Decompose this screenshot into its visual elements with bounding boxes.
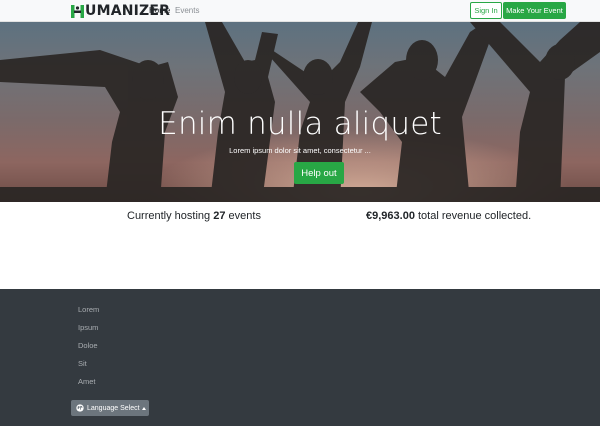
hero-banner: Enim nulla aliquet Lorem ipsum dolor sit… (0, 22, 600, 202)
hero-title: Enim nulla aliquet (158, 106, 442, 142)
revenue-stat: €9,963.00 total revenue collected. (366, 209, 531, 223)
events-suffix: events (228, 210, 261, 222)
sign-in-button[interactable]: Sign In (470, 2, 502, 19)
make-your-event-button[interactable]: Make Your Event (503, 2, 566, 19)
revenue-amount: €9,963.00 (366, 210, 415, 222)
nav-home-link[interactable]: Home (149, 5, 170, 17)
brand-logo-icon (71, 4, 84, 18)
nav-events-link[interactable]: Events (175, 5, 199, 17)
footer-link-doloe[interactable]: Doloe (78, 341, 98, 351)
globe-icon (76, 404, 84, 412)
footer-link-sit[interactable]: Sit (78, 359, 87, 369)
footer: Lorem Ipsum Doloe Sit Amet Language Sele… (0, 289, 600, 426)
language-select-label: Language Select (87, 404, 140, 412)
revenue-suffix: total revenue collected. (418, 210, 532, 222)
help-out-button[interactable]: Help out (294, 162, 344, 184)
footer-link-lorem[interactable]: Lorem (78, 305, 99, 315)
caret-up-icon (141, 406, 146, 410)
footer-link-ipsum[interactable]: Ipsum (78, 323, 98, 333)
events-count-stat: Currently hosting 27 events (127, 209, 261, 223)
events-prefix: Currently hosting (127, 210, 211, 222)
navbar: UMANIZER Home Events Sign In Make Your E… (0, 0, 600, 22)
language-select-button[interactable]: Language Select (71, 400, 149, 416)
hero-subtitle: Lorem ipsum dolor sit amet, consectetur … (229, 146, 371, 155)
footer-link-amet[interactable]: Amet (78, 377, 96, 387)
events-count: 27 (213, 210, 226, 222)
